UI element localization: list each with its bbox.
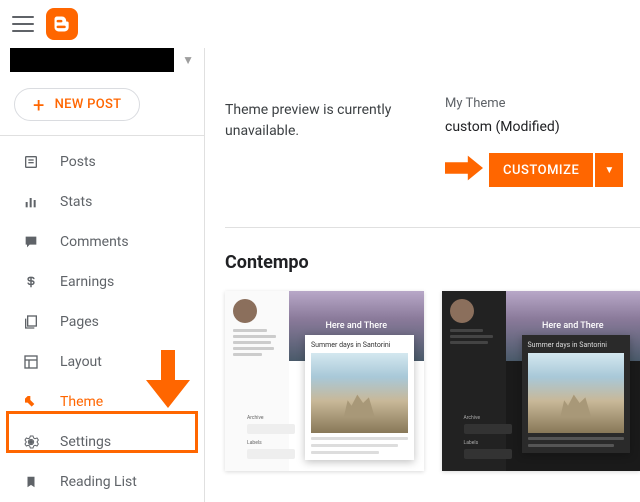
posts-icon	[22, 154, 40, 170]
divider	[225, 227, 640, 228]
blog-name	[10, 48, 174, 72]
settings-icon	[22, 434, 40, 450]
sidebar-item-settings[interactable]: Settings	[0, 422, 204, 462]
pages-icon	[22, 314, 40, 330]
sidebar-item-label: Theme	[60, 394, 103, 410]
sidebar-item-earnings[interactable]: Earnings	[0, 262, 204, 302]
preview-message: Theme preview is currently unavailable.	[225, 96, 415, 142]
sidebar-item-label: Reading List	[60, 474, 137, 490]
sidebar-item-layout[interactable]: Layout	[0, 342, 204, 382]
sidebar-item-reading-list[interactable]: Reading List	[0, 462, 204, 502]
sidebar-item-theme[interactable]: Theme	[0, 382, 204, 422]
sidebar-item-stats[interactable]: Stats	[0, 182, 204, 222]
stats-icon	[22, 194, 40, 210]
sidebar-item-label: Posts	[60, 154, 96, 170]
sidebar-item-label: Layout	[60, 354, 102, 370]
section-title: Contempo	[225, 252, 640, 273]
sidebar-item-comments[interactable]: Comments	[0, 222, 204, 262]
layout-icon	[22, 354, 40, 370]
sidebar-item-label: Earnings	[60, 274, 114, 290]
theme-card-dark[interactable]: Here and There Archive Labels Summer day…	[442, 291, 640, 471]
plus-icon: +	[33, 95, 45, 115]
theme-card-light[interactable]: Here and There Archive Labels Summer day…	[225, 291, 424, 471]
my-theme-label: My Theme	[445, 96, 623, 111]
card-hero-title: Here and There	[542, 321, 604, 331]
sidebar: ▼ + NEW POST Posts Stats Comments Earnin…	[0, 48, 205, 502]
comments-icon	[22, 234, 40, 250]
chevron-down-icon: ▼	[182, 53, 194, 67]
blogger-logo[interactable]	[46, 8, 78, 40]
bookmark-icon	[22, 474, 40, 490]
card-post-title: Summer days in Santorini	[528, 341, 625, 349]
card-post-title: Summer days in Santorini	[311, 341, 408, 349]
new-post-button[interactable]: + NEW POST	[14, 88, 140, 121]
menu-icon[interactable]	[12, 16, 34, 32]
card-hero-title: Here and There	[325, 321, 387, 331]
nav: Posts Stats Comments Earnings Pages Layo…	[0, 136, 204, 502]
theme-icon	[22, 394, 40, 410]
customize-button[interactable]: CUSTOMIZE	[489, 153, 593, 187]
sidebar-item-pages[interactable]: Pages	[0, 302, 204, 342]
sidebar-item-label: Settings	[60, 434, 111, 450]
blog-selector[interactable]: ▼	[10, 48, 194, 72]
main-content: Theme preview is currently unavailable. …	[205, 48, 640, 502]
arrow-right-annotation	[445, 153, 483, 187]
sidebar-item-label: Comments	[60, 234, 129, 250]
customize-dropdown[interactable]: ▼	[595, 153, 623, 187]
theme-name: custom (Modified)	[445, 119, 623, 135]
new-post-label: NEW POST	[55, 97, 122, 112]
sidebar-item-posts[interactable]: Posts	[0, 142, 204, 182]
earnings-icon	[22, 274, 40, 290]
sidebar-item-label: Pages	[60, 314, 99, 330]
sidebar-item-label: Stats	[60, 194, 92, 210]
